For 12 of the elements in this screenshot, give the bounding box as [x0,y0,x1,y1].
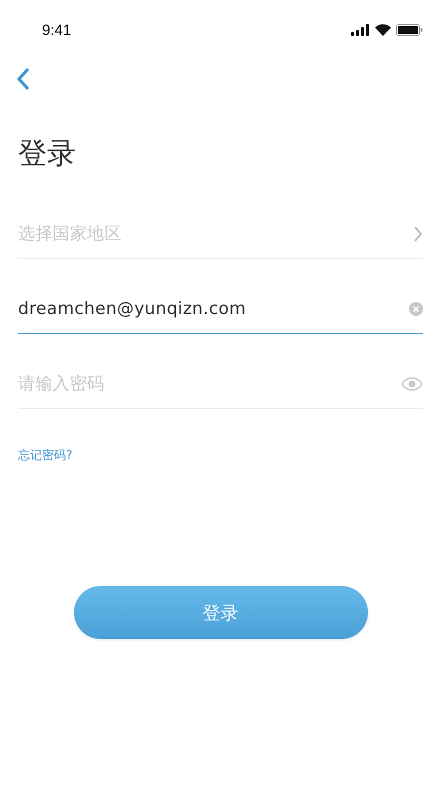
chevron-right-icon [413,225,423,243]
signal-icon [351,24,370,36]
login-button[interactable]: 登录 [74,586,368,639]
clear-icon[interactable] [409,302,423,316]
eye-icon[interactable] [401,377,423,391]
status-time: 9:41 [42,22,72,38]
input-field[interactable]: dreamchen@yunqizn.com [18,284,423,334]
wifi-icon [375,24,391,36]
page-title: 登录 [18,135,76,171]
battery-icon [396,24,423,36]
back-button[interactable] [16,67,32,91]
forgot-password-link[interactable]: 忘记密码? [18,447,72,464]
